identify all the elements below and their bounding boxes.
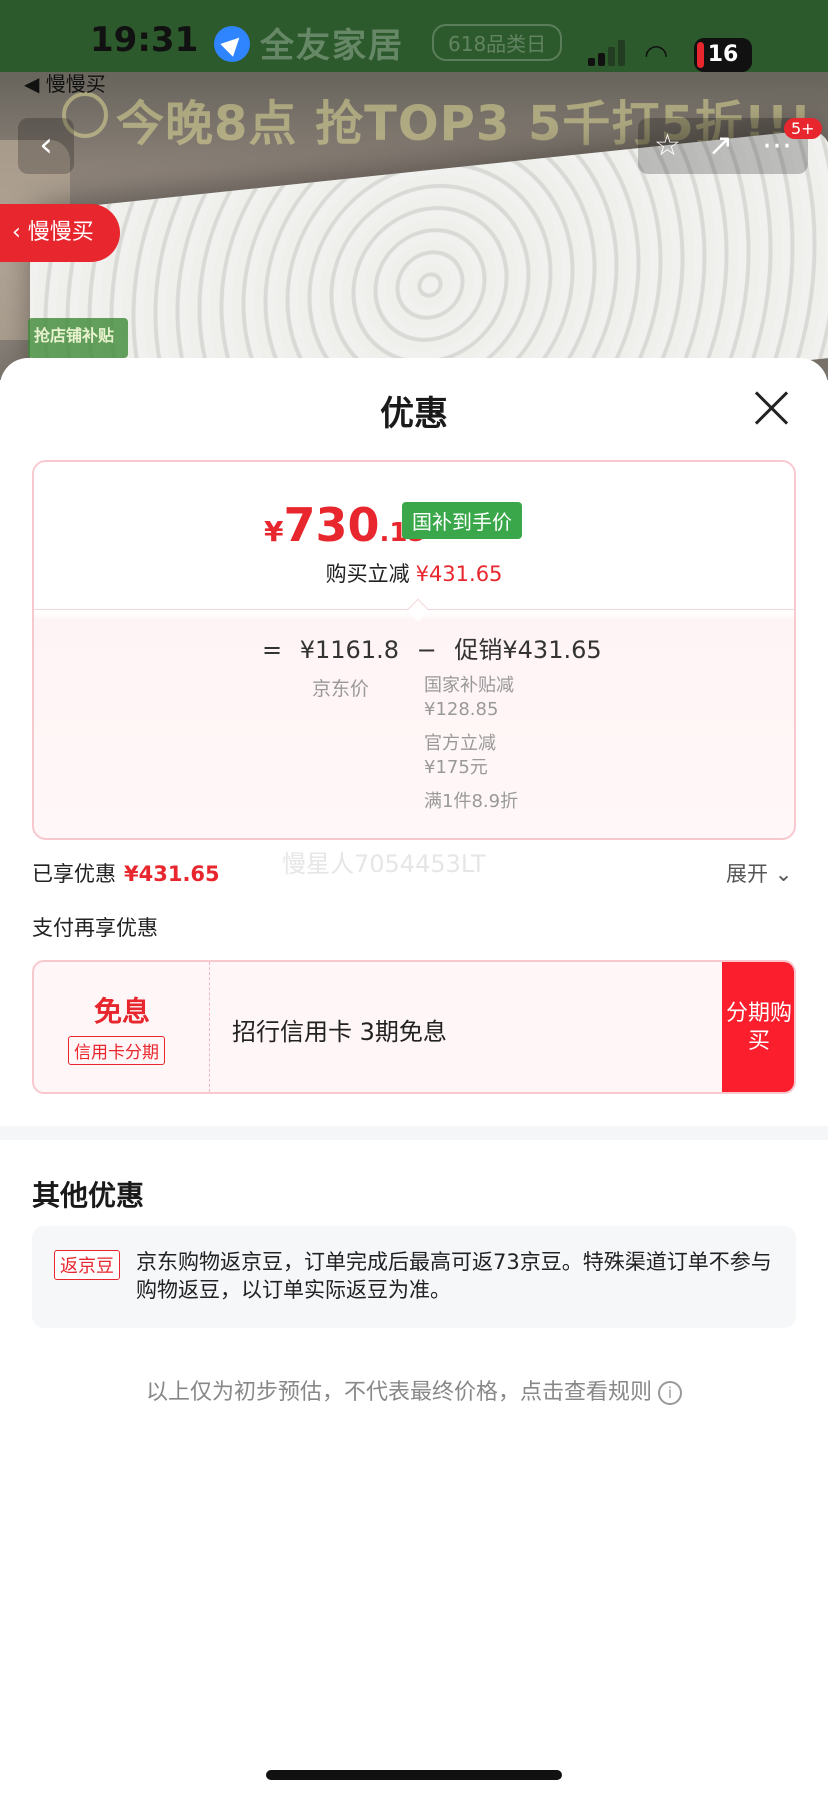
battery-icon: 16: [694, 38, 752, 72]
info-icon[interactable]: i: [658, 1381, 682, 1405]
instant-discount-line: 购买立减 ¥431.65: [325, 562, 503, 586]
promo-item: 官方立减 ¥175元: [424, 733, 496, 778]
jd-bean-text: 京东购物返京豆，订单完成后最高可返73京豆。特殊渠道订单不参与购物返豆，以订单实…: [136, 1250, 772, 1302]
sheet-title: 优惠: [380, 394, 448, 434]
watermark: 慢星人7054453LT: [282, 850, 486, 878]
promo-item: 满1件8.9折: [424, 791, 519, 812]
back-button[interactable]: ‹: [18, 118, 74, 174]
expand-toggle[interactable]: 展开 ⌄: [726, 858, 792, 888]
bank-offer-text: 招行信用卡 3期免息: [232, 1018, 447, 1046]
clock: 19:31: [90, 20, 199, 60]
chevron-down-icon: ⌄: [774, 862, 793, 886]
discount-sheet: 优惠 ¥730.15 国补到手价 购买立减¥431.65 = ¥1161.8 −…: [0, 358, 828, 1795]
top-actions: ☆ ↗ ⋯: [638, 118, 808, 174]
cellular-signal-icon: [588, 40, 628, 66]
back-to-app-link[interactable]: ◀ 慢慢买: [24, 68, 106, 97]
slow-buy-back-button[interactable]: ‹ 慢慢买: [0, 204, 120, 262]
favorite-star-icon[interactable]: ☆: [654, 128, 681, 163]
close-icon[interactable]: [754, 390, 790, 426]
promo-item: 国家补贴减 ¥128.85: [424, 675, 514, 720]
interest-free-section: 免息 信用卡分期: [34, 962, 210, 1092]
jd-bean-tag: 返京豆: [54, 1250, 120, 1280]
section-divider: [0, 1126, 828, 1140]
installment-offer-card[interactable]: 免息 信用卡分期 招行信用卡 3期免息 分期购买: [32, 960, 796, 1094]
jd-bean-card: 返京豆 京东购物返京豆，订单完成后最高可返73京豆。特殊渠道订单不参与购物返豆，…: [32, 1226, 796, 1328]
price-equation: = ¥1161.8 − 促销¥431.65: [262, 636, 602, 664]
wifi-icon: ◠: [644, 38, 669, 71]
price-breakdown-card: ¥730.15 国补到手价 购买立减¥431.65 = ¥1161.8 − 促销…: [32, 460, 796, 840]
payment-offers-title: 支付再享优惠: [32, 916, 158, 940]
installment-buy-button[interactable]: 分期购买: [722, 962, 794, 1092]
rules-note[interactable]: 以上仅为初步预估，不代表最终价格，点击查看规则 i: [0, 1374, 828, 1406]
share-icon[interactable]: ↗: [708, 128, 733, 163]
status-bar: 19:31 ◠ 16: [0, 0, 828, 82]
jd-price-label: 京东价: [312, 678, 370, 700]
other-offers-title: 其他优惠: [32, 1179, 145, 1212]
gov-subsidy-tag: 国补到手价: [402, 502, 522, 539]
final-price-section: ¥730.15 国补到手价 购买立减¥431.65: [34, 462, 794, 610]
shop-subsidy-tag: 抢店铺补贴: [28, 318, 128, 358]
promo-item-list: 国家补贴减 ¥128.85 官方立减 ¥175元 满1件8.9折: [424, 674, 518, 824]
interest-free-label: 免息: [93, 995, 150, 1028]
message-badge: 5+: [784, 118, 822, 139]
enjoyed-discount: 已享优惠 ¥431.65: [32, 862, 220, 886]
credit-installment-tag: 信用卡分期: [68, 1036, 165, 1065]
home-indicator: [266, 1770, 562, 1780]
location-arrow-icon: [214, 26, 250, 62]
